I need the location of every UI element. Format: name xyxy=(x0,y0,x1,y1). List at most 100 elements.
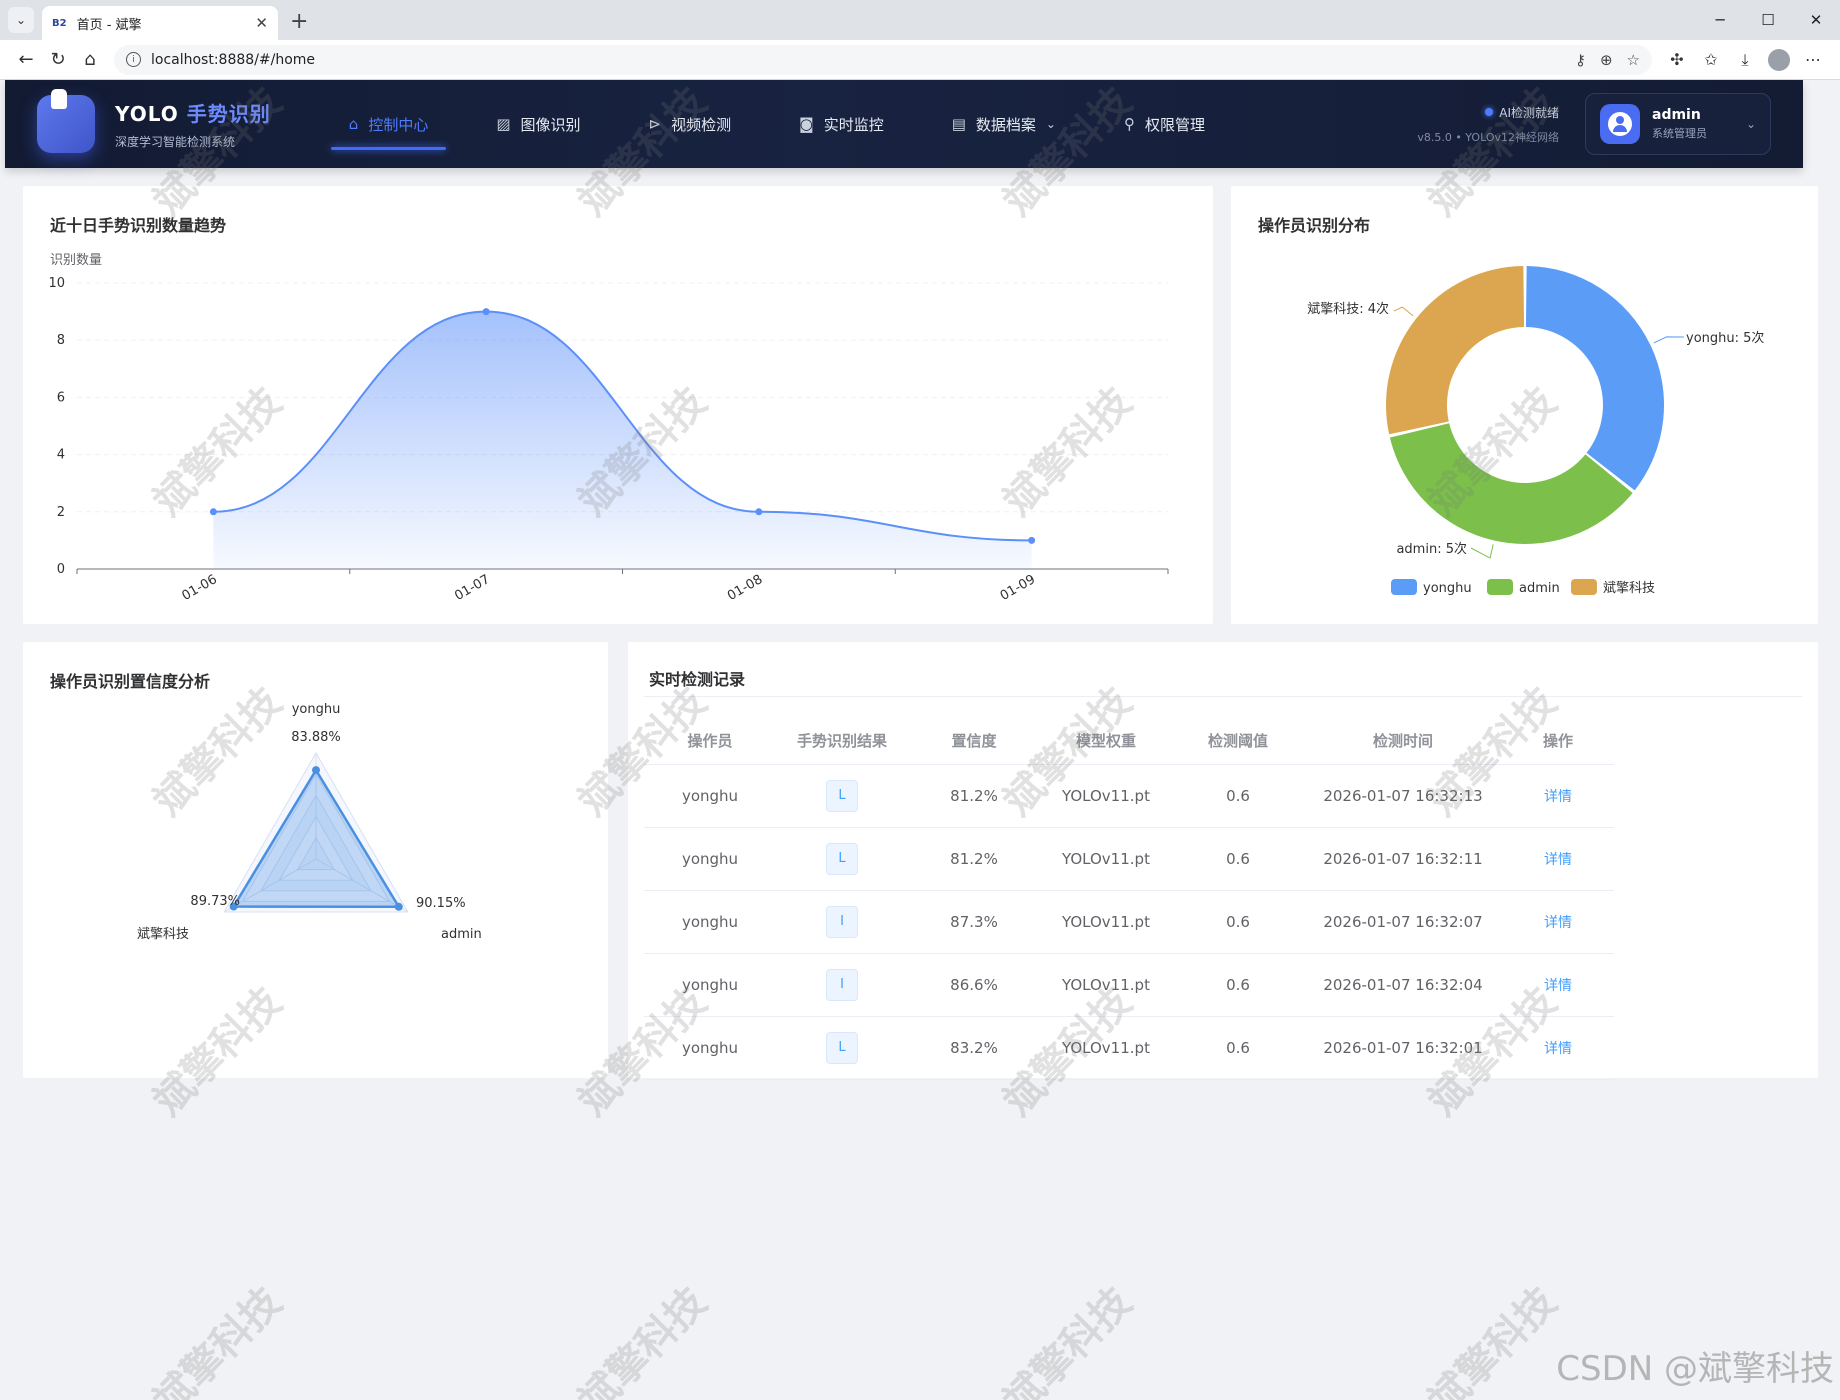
legend-swatch xyxy=(1391,579,1417,595)
table-row: yonghu L 81.2% YOLOv11.pt 0.6 2026-01-07 16:3… xyxy=(644,827,1614,891)
user-icon: ⚲ xyxy=(1123,115,1135,133)
x-tick-label: 01-07 xyxy=(452,572,492,604)
cell-threshold-text: 0.6 xyxy=(1226,786,1250,805)
cell-time: 2026-01-07 16:32:01 xyxy=(1304,1016,1502,1080)
column-header: 检测阈值 xyxy=(1172,718,1304,765)
cell-time: 2026-01-07 16:32:13 xyxy=(1304,764,1502,828)
cell-confidence: 81.2% xyxy=(908,764,1040,828)
maximize-button[interactable]: ☐ xyxy=(1744,0,1792,40)
radar-point xyxy=(394,902,403,911)
cell-threshold: 0.6 xyxy=(1172,1016,1304,1080)
new-tab-button[interactable]: + xyxy=(290,9,308,34)
radar-indicator-label: 斌擎科技 xyxy=(137,927,189,942)
y-tick-label: 8 xyxy=(57,333,65,348)
home-icon: ⌂ xyxy=(348,115,359,133)
radar-value-label: 89.73% xyxy=(190,894,240,909)
detail-link[interactable]: 详情 xyxy=(1544,915,1572,931)
radar-point xyxy=(312,766,320,775)
user-role: 系统管理员 xyxy=(1652,127,1707,140)
nav-label: 视频检测 xyxy=(671,115,732,134)
cell-model: YOLOv11.pt xyxy=(1040,827,1172,891)
nav-item-video-detection[interactable]: ⊳ 视频检测 xyxy=(621,80,760,168)
detail-link[interactable]: 详情 xyxy=(1544,852,1572,868)
records-title: 实时检测记录 xyxy=(649,670,746,689)
legend-swatch xyxy=(1571,579,1597,595)
trend-chart-card: 近十日手势识别数量趋势 识别数量 0 2 4 6 8 10 01-06 01-07 01-08 0… xyxy=(23,186,1213,624)
window-close-button[interactable]: ✕ xyxy=(1792,0,1840,40)
download-icon[interactable]: ⤓ xyxy=(1728,44,1762,76)
cell-time-text: 2026-01-07 16:32:04 xyxy=(1323,975,1483,994)
pie-chart: yonghu: 5次 admin: 5次 斌擎科技: 4次 yonghu admin 斌擎… xyxy=(1307,266,1764,596)
logo-icon xyxy=(37,89,95,153)
gesture-tag: I xyxy=(826,905,858,938)
x-tick-label: 01-08 xyxy=(725,572,765,604)
cell-result: L xyxy=(776,1016,908,1080)
cell-time-text: 2026-01-07 16:32:11 xyxy=(1323,849,1483,868)
table-row: yonghu L 83.2% YOLOv11.pt 0.6 2026-01-07 16:3… xyxy=(644,1016,1614,1080)
app-header: YOLO 手势识别 深度学习智能检测系统 ⌂ 控制中心 ▨ 图像识别 ⊳ 视频检… xyxy=(5,80,1803,168)
cell-operator: yonghu xyxy=(644,764,776,828)
back-button[interactable]: ← xyxy=(10,44,42,76)
csdn-watermark: CSDN @斌擎科技 xyxy=(1556,1349,1834,1389)
column-header: 检测时间 xyxy=(1304,718,1502,765)
cell-threshold: 0.6 xyxy=(1172,827,1304,891)
cell-model-text: YOLOv11.pt xyxy=(1062,786,1150,805)
y-tick-label: 2 xyxy=(57,505,65,520)
cell-operator: yonghu xyxy=(644,827,776,891)
cell-confidence-text: 86.6% xyxy=(950,975,998,994)
chevron-down-icon: ⌄ xyxy=(1745,117,1756,131)
detail-link[interactable]: 详情 xyxy=(1544,789,1572,805)
cell-threshold-text: 0.6 xyxy=(1226,975,1250,994)
cell-model-text: YOLOv11.pt xyxy=(1062,1038,1150,1057)
user-menu[interactable]: admin 系统管理员 ⌄ xyxy=(1585,93,1771,155)
star-icon[interactable]: ☆ xyxy=(1627,51,1640,69)
cell-result: L xyxy=(776,827,908,891)
cell-threshold: 0.6 xyxy=(1172,764,1304,828)
cell-operator-text: yonghu xyxy=(681,849,739,868)
detail-link[interactable]: 详情 xyxy=(1544,1041,1572,1057)
watermark-text: 斌擎科技 xyxy=(569,1278,716,1400)
column-header: 操作 xyxy=(1502,718,1614,765)
cell-time-text: 2026-01-07 16:32:07 xyxy=(1323,912,1483,931)
legend-label: 斌擎科技 xyxy=(1603,581,1655,596)
tab-close-icon[interactable]: ✕ xyxy=(255,14,268,32)
cell-action: 详情 xyxy=(1502,953,1614,1017)
home-button[interactable]: ⌂ xyxy=(74,44,106,76)
tab-list-button[interactable]: ⌄ xyxy=(8,7,34,33)
zoom-icon[interactable]: ⊕ xyxy=(1600,51,1613,69)
detail-link[interactable]: 详情 xyxy=(1544,978,1572,994)
data-point xyxy=(482,308,490,316)
browser-tab[interactable]: B2 首页 - 斌擎 ✕ xyxy=(42,6,278,40)
cell-confidence-text: 81.2% xyxy=(950,786,998,805)
extensions-icon[interactable]: ✣ xyxy=(1660,44,1694,76)
key-icon[interactable]: ⚷ xyxy=(1575,51,1586,69)
nav-item-control-center[interactable]: ⌂ 控制中心 xyxy=(321,80,457,168)
legend-label: yonghu xyxy=(1423,581,1472,596)
nav-item-permissions[interactable]: ⚲ 权限管理 xyxy=(1096,80,1233,168)
reload-button[interactable]: ↻ xyxy=(42,44,74,76)
favorites-icon[interactable]: ✩ xyxy=(1694,44,1728,76)
url-field[interactable]: i localhost:8888/#/home ⚷ ⊕ ☆ xyxy=(114,44,1652,75)
tab-favicon: B2 xyxy=(52,17,67,29)
column-header: 操作员 xyxy=(644,718,776,765)
pie-slice xyxy=(1525,266,1664,491)
more-menu-icon[interactable]: ⋯ xyxy=(1796,44,1830,76)
radar-value-label: 83.88% xyxy=(291,730,341,745)
minimize-button[interactable]: ─ xyxy=(1696,0,1744,40)
nav-item-realtime-monitor[interactable]: ◙ 实时监控 xyxy=(771,80,912,168)
nav-item-image-recognition[interactable]: ▨ 图像识别 xyxy=(468,80,608,168)
nav-item-data-archive[interactable]: ▤ 数据档案 ⌄ xyxy=(924,80,1084,168)
radar-indicator-label: admin xyxy=(441,927,482,942)
x-tick-label: 01-06 xyxy=(180,572,220,604)
cell-model: YOLOv11.pt xyxy=(1040,1016,1172,1080)
site-info-icon[interactable]: i xyxy=(126,52,141,67)
brand: YOLO 手势识别 深度学习智能检测系统 xyxy=(115,98,271,150)
trend-area xyxy=(213,311,1032,569)
table-row: yonghu I 86.6% YOLOv11.pt 0.6 2026-01-07 16:3… xyxy=(644,953,1614,1017)
profile-avatar[interactable] xyxy=(1768,48,1790,71)
pie-label: yonghu: 5次 xyxy=(1686,330,1764,346)
tab-title: 首页 - 斌擎 xyxy=(76,17,142,33)
cell-time: 2026-01-07 16:32:07 xyxy=(1304,890,1502,954)
cell-confidence-text: 83.2% xyxy=(950,1038,998,1057)
legend-label: admin xyxy=(1519,581,1560,596)
